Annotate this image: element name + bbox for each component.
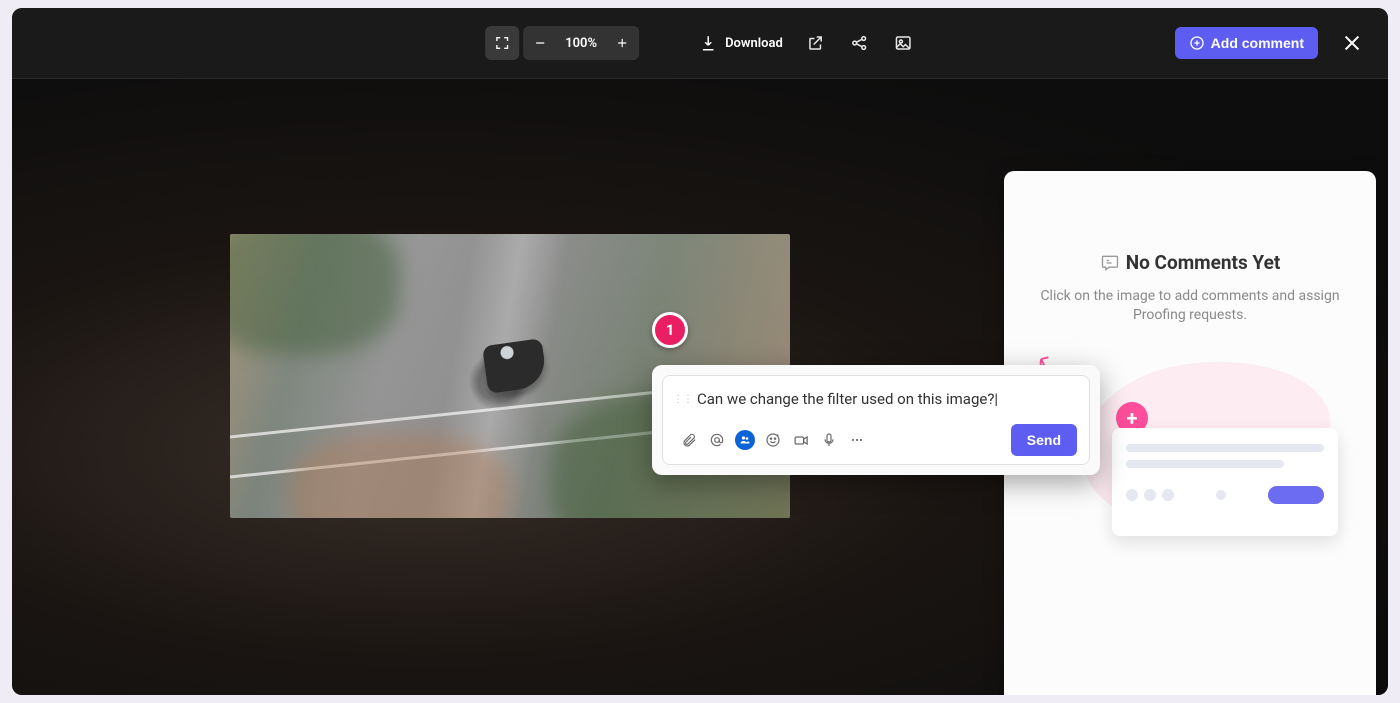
users-icon (739, 434, 751, 446)
comment-input[interactable]: Can we change the filter used on this im… (697, 384, 1079, 414)
minus-icon (533, 36, 547, 50)
open-external-button[interactable] (803, 31, 827, 55)
add-comment-button[interactable]: Add comment (1175, 27, 1318, 59)
pin-number: 1 (666, 321, 675, 339)
image-icon (894, 34, 912, 52)
zoom-level-group: 100% (523, 26, 639, 60)
more-options-button[interactable] (843, 426, 871, 454)
record-video-button[interactable] (787, 426, 815, 454)
add-comment-icon (1189, 35, 1205, 51)
chat-bubble-icon (1100, 253, 1120, 273)
download-label: Download (725, 36, 783, 51)
toolbar-center: 100% Download (485, 26, 915, 60)
comment-pin-1[interactable]: 1 (652, 312, 688, 348)
sidebar-title-row: No Comments Yet (1100, 251, 1281, 274)
at-icon (709, 432, 725, 448)
zoom-out-button[interactable] (525, 28, 555, 58)
plus-icon (615, 36, 629, 50)
sidebar-title: No Comments Yet (1126, 251, 1281, 274)
add-comment-label: Add comment (1211, 35, 1304, 51)
image-proof-viewer: 100% Download (12, 8, 1388, 695)
fullscreen-button[interactable] (485, 26, 519, 60)
viewer-toolbar: 100% Download (12, 8, 1388, 78)
image-settings-button[interactable] (891, 31, 915, 55)
dots-icon (849, 432, 865, 448)
card-illustration (1112, 428, 1338, 536)
comment-composer: ⋮⋮ Can we change the filter used on this… (652, 365, 1100, 475)
close-button[interactable] (1338, 29, 1366, 57)
drag-handle-icon[interactable]: ⋮⋮ (673, 394, 693, 405)
emoji-button[interactable] (759, 426, 787, 454)
attach-button[interactable] (675, 426, 703, 454)
download-icon (699, 34, 717, 52)
comment-input-container: ⋮⋮ Can we change the filter used on this… (662, 375, 1090, 465)
toolbar-right: Add comment (1175, 27, 1388, 59)
share-button[interactable] (847, 31, 871, 55)
zoom-level: 100% (557, 36, 605, 51)
mention-button[interactable] (703, 426, 731, 454)
video-icon (793, 432, 810, 449)
expand-icon (494, 35, 510, 51)
comment-action-bar: Send (673, 414, 1079, 458)
paperclip-icon (681, 432, 697, 448)
assign-users-button[interactable] (731, 426, 759, 454)
share-icon (850, 34, 868, 52)
record-audio-button[interactable] (815, 426, 843, 454)
external-link-icon (806, 34, 824, 52)
emoji-icon (765, 432, 781, 448)
zoom-in-button[interactable] (607, 28, 637, 58)
download-button[interactable]: Download (699, 34, 783, 52)
send-button[interactable]: Send (1011, 424, 1077, 456)
sidebar-hint: Click on the image to add comments and a… (1032, 287, 1348, 326)
close-icon (1341, 32, 1363, 54)
mic-icon (821, 432, 837, 448)
zoom-controls: 100% (485, 26, 639, 60)
canvas-area[interactable]: 1 ⋮⋮ Can we change the filter used on th… (12, 78, 1388, 695)
